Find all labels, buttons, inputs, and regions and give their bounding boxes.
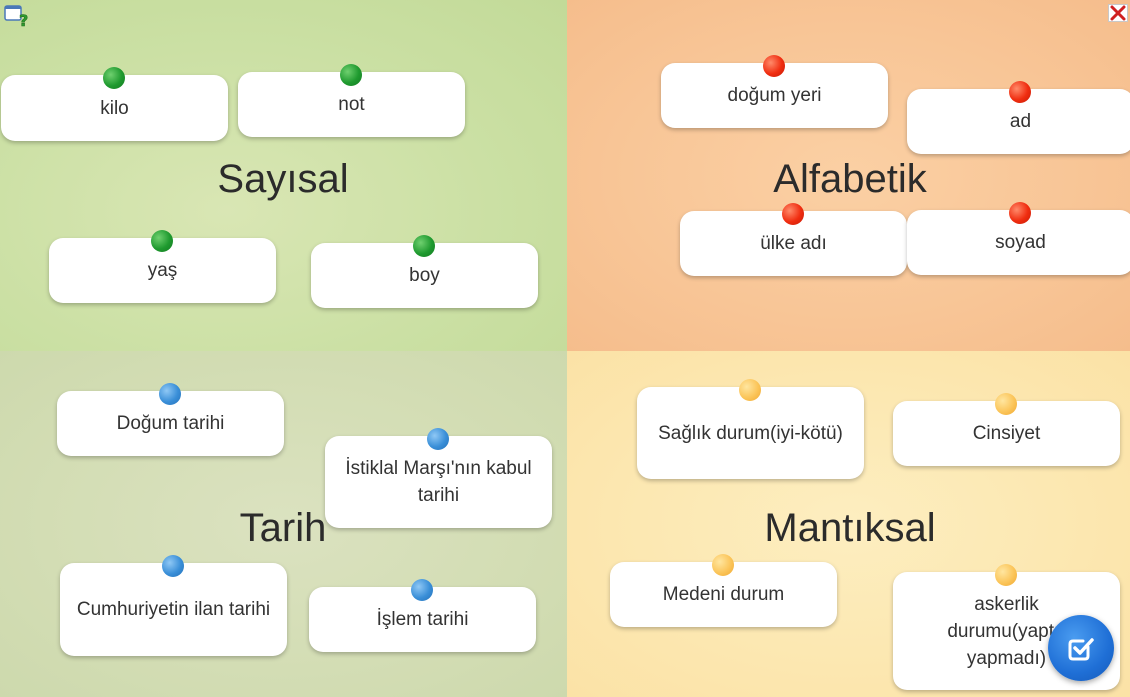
pin-icon [103,67,125,89]
card-label: Medeni durum [662,584,785,605]
card-label: soyad [995,232,1046,253]
pin-icon [763,55,785,77]
category-title-sayisal: Sayısal [217,157,349,201]
pin-icon [782,203,804,225]
check-icon [1066,633,1096,663]
card-label: yaş [147,260,178,281]
card-label: Doğum tarihi [116,413,225,434]
pin-icon [162,555,184,577]
category-title-mantiksal: Mantıksal [764,506,936,550]
card-label: kilo [100,97,129,119]
card-label: Cinsiyet [972,423,1041,444]
card-label: Cumhuriyetin ilan tarihi [76,599,271,620]
card-label: Sağlık durum(iyi-kötü) [658,422,843,444]
pin-icon [340,64,362,86]
pin-icon [151,230,173,252]
card-label: not [338,94,365,115]
category-title-alfabetik: Alfabetik [773,157,927,201]
pin-icon [712,554,734,576]
pin-icon [159,383,181,405]
pin-icon [739,379,761,401]
card-label: boy [409,265,440,286]
category-title-tarih: Tarih [239,506,327,550]
pin-icon [1009,202,1031,224]
close-icon[interactable] [1108,4,1128,22]
card-label: ülke adı [760,233,827,254]
card-label: doğum yeri [727,85,822,106]
help-icon[interactable]: ? [4,4,29,30]
pin-icon [411,579,433,601]
card-label: ad [1009,111,1032,132]
card-label: İşlem tarihi [376,609,469,630]
pin-icon [995,564,1017,586]
pin-icon [995,393,1017,415]
pin-icon [427,428,449,450]
check-button[interactable] [1048,615,1114,681]
pin-icon [1009,81,1031,103]
card-label: İstiklal Marşı'nın kabul tarihi [345,458,532,506]
pin-icon [413,235,435,257]
svg-text:?: ? [19,11,28,28]
